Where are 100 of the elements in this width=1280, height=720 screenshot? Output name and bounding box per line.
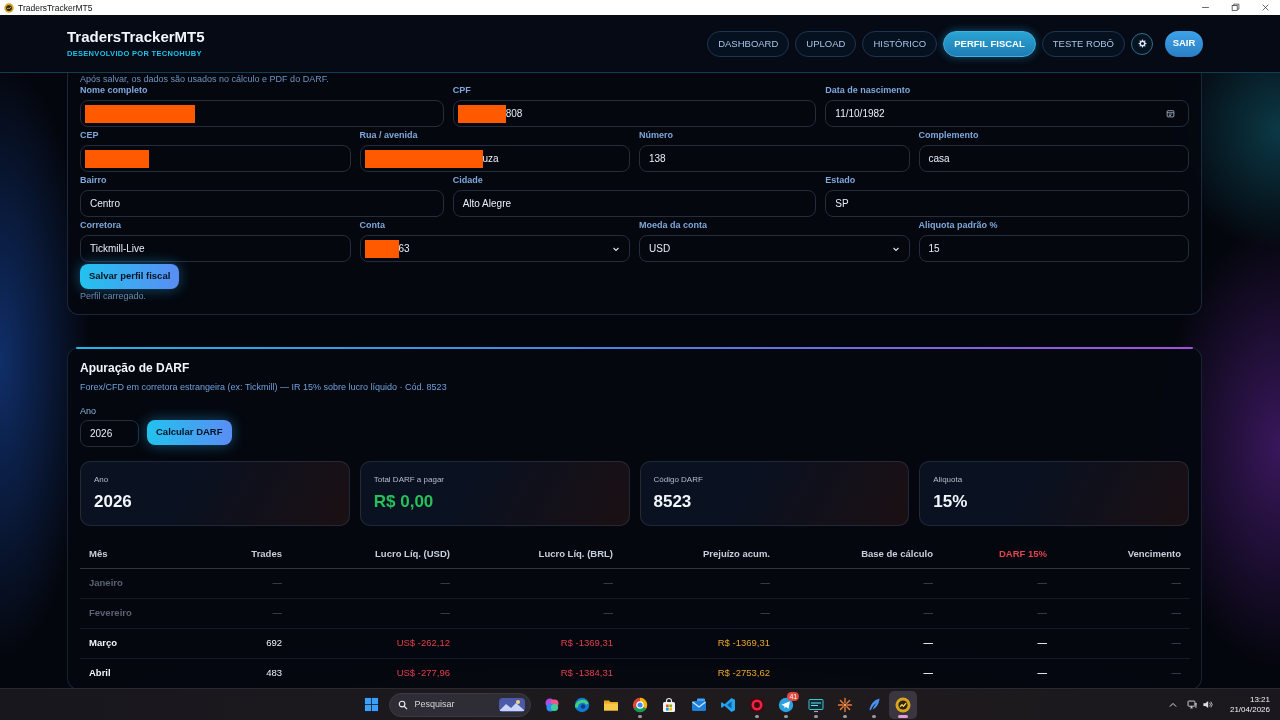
field-label: Moeda da conta — [639, 219, 708, 231]
coin-emblem-icon — [895, 696, 912, 713]
four-squares-icon — [363, 697, 379, 712]
text-field[interactable] — [80, 100, 444, 127]
monitor-icon — [807, 696, 824, 713]
envelope-icon — [690, 696, 707, 713]
window-title: TradersTrackerMT5 — [18, 2, 93, 13]
date-field[interactable]: 11/10/1982 — [825, 100, 1189, 127]
table-cell: R$ -1369,31 — [459, 628, 622, 658]
table-cell: Abril — [80, 658, 200, 688]
table-cell: — — [1056, 598, 1190, 628]
table-cell: Janeiro — [80, 568, 200, 598]
calculate-button[interactable]: Calcular DARF — [147, 420, 232, 445]
stat-value: R$ 0,00 — [373, 492, 435, 512]
column-header: Lucro Líq. (USD) — [291, 540, 459, 568]
helper-text: Após salvar, os dados são usados no cálculo e PDF do DARF. — [80, 74, 330, 84]
app-title: TradersTrackerMT5 — [67, 28, 205, 46]
stat-value: 8523 — [653, 492, 693, 512]
field-label: Nome completo — [80, 84, 149, 96]
table-cell: — — [459, 598, 622, 628]
nav-tab[interactable]: PERFIL FISCAL — [943, 30, 1036, 57]
field-label: Número — [639, 129, 674, 141]
nav-tab[interactable]: UPLOAD — [795, 30, 857, 57]
text-field[interactable] — [80, 145, 351, 172]
text-field[interactable]: casa — [918, 145, 1189, 172]
table-cell: R$ -2753,62 — [622, 658, 779, 688]
field-label: Rua / avenida — [359, 129, 419, 141]
table-cell: — — [459, 568, 622, 598]
field-label: Cidade — [452, 174, 484, 186]
table-cell: Fevereiro — [80, 598, 200, 628]
table-cell: — — [291, 598, 459, 628]
text-field[interactable]: uza — [359, 145, 630, 172]
text-field[interactable]: Tickmill-Live — [80, 235, 351, 262]
field-label: Data de nascimento — [825, 84, 912, 96]
table-cell: 483 — [200, 658, 291, 688]
settings-icon — [1137, 39, 1147, 48]
nav-tab[interactable]: DASHBOARD — [707, 30, 790, 57]
settings-button[interactable] — [1131, 32, 1153, 55]
close-icon — [1260, 3, 1270, 12]
nav-tab[interactable]: TESTE ROBÔ — [1041, 30, 1125, 57]
field-label: Ano — [80, 405, 97, 417]
table-cell: — — [942, 658, 1056, 688]
column-header: Prejuízo acum. — [622, 540, 779, 568]
segmented-circle-icon — [632, 696, 649, 713]
search-field[interactable]: Pesquisar — [389, 692, 532, 717]
table-cell: US$ -262,12 — [291, 628, 459, 658]
overlapping-circles-icon — [544, 696, 561, 713]
clock-time: 13:21 — [1249, 694, 1270, 705]
column-header: Lucro Líq. (BRL) — [459, 540, 622, 568]
table-cell: — — [1056, 568, 1190, 598]
table-cell: — — [200, 568, 291, 598]
section-subtitle: Forex/CFD em corretora estrangeira (ex: Tickmill) — IR 15% sobre lucro líquido · Cód. 8523 — [80, 382, 448, 393]
table-cell: — — [1056, 658, 1190, 688]
stat-value: 2026 — [94, 492, 133, 512]
table-cell: 692 — [200, 628, 291, 658]
field-label: CEP — [80, 129, 100, 141]
network-icon — [1186, 699, 1198, 710]
text-field[interactable]: 15 — [918, 235, 1189, 262]
field-label: Aliquota padrão % — [918, 219, 999, 231]
table-cell: — — [291, 568, 459, 598]
status-text: Perfil carregado. — [80, 291, 148, 301]
table-cell: R$ -1384,31 — [459, 658, 622, 688]
save-button[interactable]: Salvar perfil fiscal — [80, 264, 180, 289]
table-cell: — — [942, 628, 1056, 658]
text-field[interactable]: Centro — [80, 190, 444, 217]
landscape-icon — [499, 697, 526, 712]
table-cell: — — [779, 628, 942, 658]
field-label: Estado — [825, 174, 857, 186]
table-cell: — — [779, 598, 942, 628]
ring-tile-icon — [749, 696, 766, 713]
field-label: CPF — [452, 84, 472, 96]
coin-emblem-icon — [4, 2, 14, 13]
column-header: Trades — [200, 540, 291, 568]
restore-icon — [1230, 3, 1240, 12]
table-cell: R$ -1369,31 — [622, 628, 779, 658]
ribbon-icon — [719, 696, 736, 713]
text-field[interactable]: SP — [825, 190, 1189, 217]
table-cell: — — [622, 568, 779, 598]
column-header: Vencimento — [1056, 540, 1190, 568]
calendar-icon — [1166, 109, 1175, 118]
field-label: Corretora — [80, 219, 122, 231]
speaker-icon — [1201, 699, 1213, 710]
nav-tab[interactable]: HISTÓRICO — [862, 30, 938, 57]
year-field[interactable]: 2026 — [80, 420, 139, 447]
section-title: Apuração de DARF — [80, 361, 191, 375]
taskbar-app-button[interactable] — [889, 690, 918, 719]
field-label: Bairro — [80, 174, 108, 186]
column-header: Base de cálculo — [779, 540, 942, 568]
stat-label: Ano — [94, 475, 110, 485]
text-field[interactable]: 138 — [639, 145, 910, 172]
select-field[interactable]: USD — [639, 235, 910, 262]
shopping-bag-icon — [661, 696, 678, 713]
select-field[interactable]: 63 — [359, 235, 630, 262]
search-icon — [398, 699, 409, 710]
text-field[interactable]: 808 — [452, 100, 817, 127]
clock-date: 21/04/2026 — [1229, 704, 1270, 715]
stat-label: Aliquota — [933, 475, 964, 485]
text-field[interactable]: Alto Alegre — [452, 190, 817, 217]
table-cell: — — [779, 568, 942, 598]
table-cell: — — [942, 568, 1056, 598]
